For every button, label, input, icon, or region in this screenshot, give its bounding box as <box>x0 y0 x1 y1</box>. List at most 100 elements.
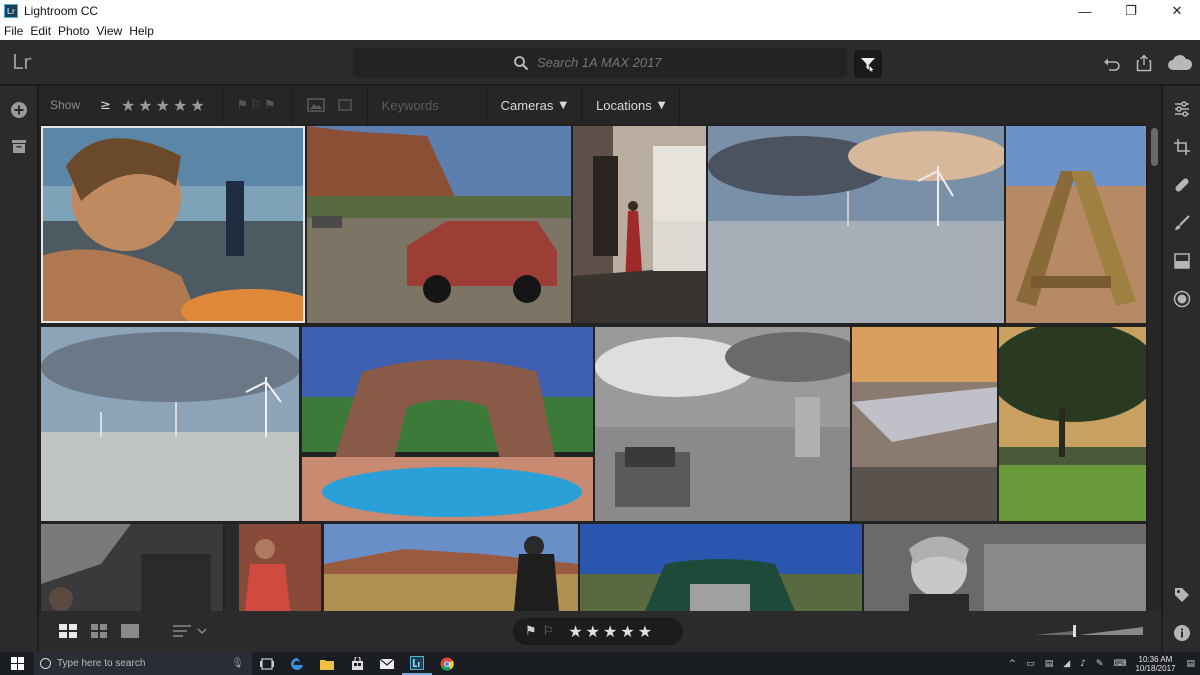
close-button[interactable]: ✕ <box>1154 0 1200 22</box>
keywords-filter[interactable]: Keywords <box>368 86 486 124</box>
right-rail <box>1162 86 1200 652</box>
share-button[interactable] <box>1128 48 1160 78</box>
undo-button[interactable] <box>1096 48 1128 78</box>
store-app-button[interactable] <box>342 652 372 675</box>
locations-label: Locations <box>596 97 652 113</box>
photo-thumbnail-boy-beach[interactable] <box>41 126 305 323</box>
task-view-button[interactable] <box>252 652 282 675</box>
microphone-icon[interactable]: 🎙 <box>231 658 244 669</box>
photo-thumbnail-red-car-desert[interactable] <box>307 126 571 323</box>
tray-overflow-icon[interactable]: ^ <box>1009 659 1017 669</box>
locations-dropdown[interactable]: Locations ▼ <box>582 86 679 124</box>
filter-toggle-button[interactable] <box>854 50 882 78</box>
clock-date: 10/18/2017 <box>1135 663 1176 673</box>
window-controls: — ❐ ✕ <box>1062 0 1200 22</box>
photo-grid-view-button[interactable] <box>88 621 110 641</box>
menu-photo[interactable]: Photo <box>58 24 89 38</box>
photo-type-icon[interactable] <box>306 98 325 112</box>
menu-help[interactable]: Help <box>129 24 154 38</box>
volume-icon[interactable]: ♪ <box>1080 659 1086 669</box>
undo-icon <box>1104 58 1120 71</box>
sliders-icon <box>1175 101 1189 117</box>
left-rail <box>0 86 38 652</box>
healing-brush-button[interactable] <box>1163 166 1200 204</box>
flag-rating-control: ⚑ ⚐ ★★★★★ <box>513 618 683 645</box>
crop-rotate-icon <box>1174 139 1190 155</box>
chevron-down-icon: ▼ <box>657 99 666 111</box>
grid-scrollbar[interactable] <box>1148 124 1161 611</box>
my-photos-button[interactable] <box>0 128 38 164</box>
taskbar-clock[interactable]: 10:36 AM 10/18/2017 <box>1135 655 1175 673</box>
filter-bar: Show ≥ ★★★★★ ⚑⚐⚑ Keywords Cameras ▼ Loca… <box>39 86 1161 124</box>
taskbar-search[interactable]: Type here to search 🎙 <box>34 652 252 675</box>
photo-thumbnail-woman-brick-wall[interactable] <box>225 524 321 611</box>
photo-thumbnail-tree-golf-course[interactable] <box>999 327 1146 521</box>
tray-device-icon[interactable]: ▭ <box>1026 659 1035 669</box>
star-rating[interactable]: ★★★★★ <box>568 622 655 641</box>
brush-button[interactable] <box>1163 204 1200 242</box>
keyboard-icon[interactable]: ⌨ <box>1113 659 1126 669</box>
scrollbar-thumb[interactable] <box>1151 128 1158 166</box>
sort-menu-button[interactable] <box>169 621 213 641</box>
photo-thumbnail-woman-red-dress[interactable] <box>573 126 706 323</box>
menu-edit[interactable]: Edit <box>30 24 51 38</box>
photo-thumbnail-bw-truck-town[interactable] <box>595 327 850 521</box>
store-bag-icon <box>351 657 363 670</box>
bandage-icon <box>1175 178 1189 192</box>
menu-view[interactable]: View <box>96 24 122 38</box>
flag-filter-icons[interactable]: ⚑⚐⚑ <box>237 98 278 113</box>
photo-thumbnail-cyclist-desert[interactable] <box>324 524 578 611</box>
lightroom-taskbar-button[interactable] <box>402 652 432 675</box>
task-view-icon <box>260 657 274 670</box>
video-type-icon[interactable] <box>337 98 353 112</box>
media-type-filter-group[interactable] <box>293 86 367 124</box>
start-button[interactable] <box>0 652 34 675</box>
network-icon[interactable]: ◢ <box>1063 659 1070 669</box>
photo-thumbnail-green-vintage-car[interactable] <box>580 524 862 611</box>
rating-operator[interactable]: ≥ <box>100 98 111 113</box>
minimize-button[interactable]: — <box>1062 0 1108 22</box>
detail-view-button[interactable] <box>119 621 141 641</box>
tag-icon <box>1175 588 1189 602</box>
radial-gradient-button[interactable] <box>1163 280 1200 318</box>
pen-icon[interactable]: ✎ <box>1096 659 1104 669</box>
mail-app-button[interactable] <box>372 652 402 675</box>
square-grid-view-button[interactable] <box>57 621 79 641</box>
photo-thumbnail-industrial-interior[interactable] <box>41 524 223 611</box>
keywords-button[interactable] <box>1163 576 1200 614</box>
keywords-input[interactable]: Keywords <box>382 98 472 113</box>
maximize-button[interactable]: ❐ <box>1108 0 1154 22</box>
flag-filter-group[interactable]: ⚑⚐⚑ <box>223 86 292 124</box>
action-center-icon[interactable]: ▤ <box>1186 659 1195 669</box>
cloud-sync-button[interactable] <box>1160 48 1200 78</box>
pick-flag-icon[interactable]: ⚑ <box>525 624 537 639</box>
file-explorer-button[interactable] <box>312 652 342 675</box>
linear-gradient-button[interactable] <box>1163 242 1200 280</box>
edge-icon <box>291 657 303 670</box>
cortana-icon <box>40 658 51 669</box>
photo-thumbnail-pool-waterfall[interactable] <box>302 327 593 521</box>
photo-thumbnail-airplane-wing[interactable] <box>852 327 997 521</box>
lightroom-app-icon: Lr <box>4 4 18 18</box>
tray-app-icon[interactable]: ▤ <box>1045 659 1054 669</box>
photo-thumbnail-bw-child[interactable] <box>864 524 1146 611</box>
info-button[interactable] <box>1163 614 1200 652</box>
windows-logo-icon <box>10 657 24 670</box>
thumbnail-size-slider[interactable] <box>1035 625 1143 639</box>
add-photos-button[interactable] <box>0 92 38 128</box>
share-icon <box>1136 53 1152 71</box>
search-input[interactable] <box>537 55 687 70</box>
chrome-app-button[interactable] <box>432 652 462 675</box>
menu-file[interactable]: File <box>4 24 23 38</box>
reject-flag-icon[interactable]: ⚐ <box>543 624 555 639</box>
rating-filter-stars[interactable]: ★★★★★ <box>121 96 208 115</box>
crop-button[interactable] <box>1163 128 1200 166</box>
folder-icon <box>320 659 334 670</box>
cameras-dropdown[interactable]: Cameras ▼ <box>487 86 581 124</box>
edit-panel-button[interactable] <box>1163 90 1200 128</box>
photo-thumbnail-driftwood-a[interactable] <box>1006 126 1146 323</box>
photo-thumbnail-wind-turbines-plain[interactable] <box>41 327 299 521</box>
edge-app-button[interactable] <box>282 652 312 675</box>
search-box[interactable] <box>353 48 847 77</box>
photo-thumbnail-wind-turbines-sunset[interactable] <box>708 126 1004 323</box>
